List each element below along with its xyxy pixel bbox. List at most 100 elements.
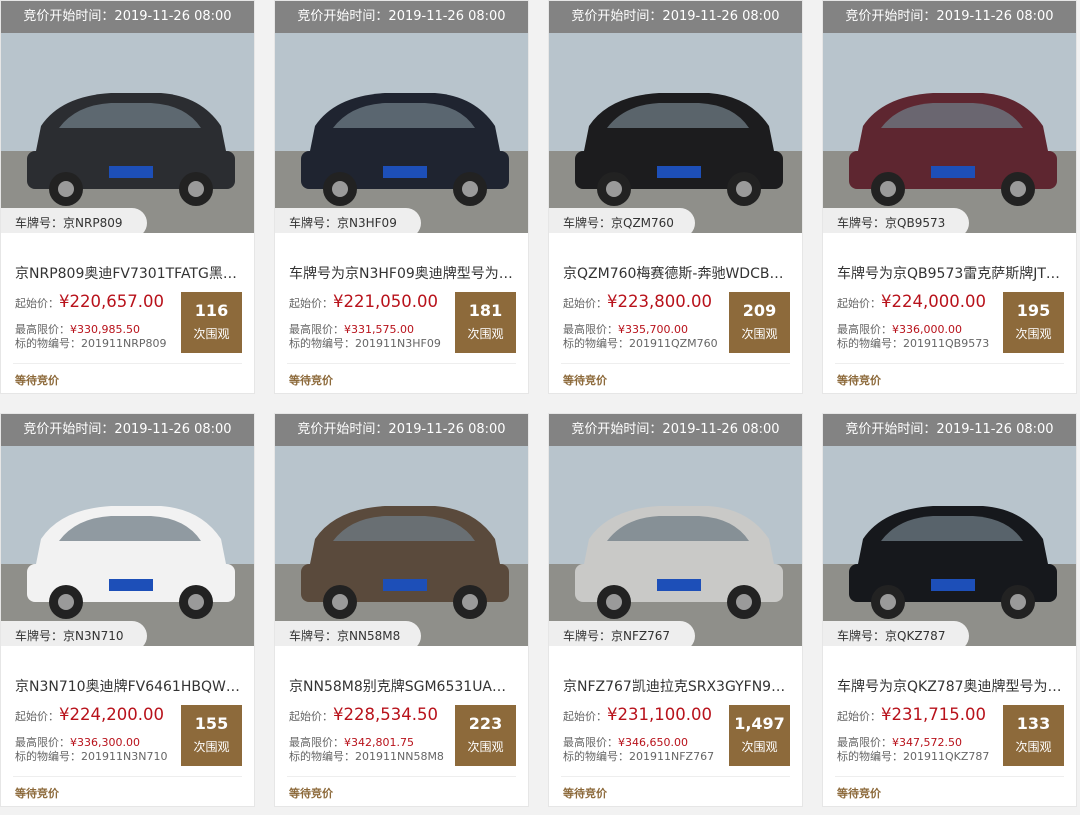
auction-card[interactable]: 竞价开始时间：2019-11-26 08:00 车牌号：京N3N710 京N3N… — [0, 413, 255, 807]
start-price: ¥224,200.00 — [59, 705, 164, 724]
auction-status: 等待竞价 — [289, 374, 333, 387]
divider — [287, 363, 516, 364]
start-price: ¥221,050.00 — [333, 292, 438, 311]
divider — [835, 363, 1064, 364]
plate-number: 车牌号：京N3N710 — [1, 621, 147, 651]
views-count: 223 — [468, 714, 503, 733]
start-price-row: 起始价：¥224,200.00 — [15, 705, 164, 724]
car-photo[interactable] — [1, 1, 254, 233]
car-photo[interactable] — [1, 414, 254, 646]
target-id-row: 标的物编号：201911QZM760 — [563, 337, 718, 350]
start-price: ¥223,800.00 — [607, 292, 712, 311]
car-photo[interactable] — [823, 414, 1076, 646]
bid-start-time: 竞价开始时间：2019-11-26 08:00 — [823, 414, 1076, 446]
plate-number: 车牌号：京NRP809 — [1, 208, 147, 238]
start-price-row: 起始价：¥223,800.00 — [563, 292, 712, 311]
views-badge: 195 次围观 — [1003, 292, 1064, 353]
auction-status: 等待竞价 — [289, 787, 333, 800]
auction-status: 等待竞价 — [15, 787, 59, 800]
bid-start-time: 竞价开始时间：2019-11-26 08:00 — [549, 1, 802, 33]
views-unit: 次围观 — [193, 740, 230, 754]
divider — [287, 776, 516, 777]
car-title[interactable]: 京NRP809奥迪FV7301TFATG黑… — [15, 263, 245, 283]
start-price-row: 起始价：¥221,050.00 — [289, 292, 438, 311]
plate-number: 车牌号：京QZM760 — [549, 208, 695, 238]
car-photo[interactable] — [275, 414, 528, 646]
auction-card[interactable]: 竞价开始时间：2019-11-26 08:00 车牌号：京QB9573 车牌号为… — [822, 0, 1077, 394]
car-title[interactable]: 车牌号为京QKZ787奥迪牌型号为… — [837, 676, 1067, 696]
auction-card[interactable]: 竞价开始时间：2019-11-26 08:00 车牌号：京QZM760 京QZM… — [548, 0, 803, 394]
start-price-row: 起始价：¥231,715.00 — [837, 705, 986, 724]
auction-status: 等待竞价 — [563, 787, 607, 800]
views-unit: 次围观 — [467, 327, 504, 341]
start-price-row: 起始价：¥220,657.00 — [15, 292, 164, 311]
car-title[interactable]: 京NN58M8别克牌SGM6531UA… — [289, 676, 519, 696]
auction-card[interactable]: 竞价开始时间：2019-11-26 08:00 车牌号：京NRP809 京NRP… — [0, 0, 255, 394]
views-count: 116 — [194, 301, 229, 320]
auction-status: 等待竞价 — [15, 374, 59, 387]
bid-start-time: 竞价开始时间：2019-11-26 08:00 — [275, 1, 528, 33]
views-unit: 次围观 — [1015, 327, 1052, 341]
bid-start-time: 竞价开始时间：2019-11-26 08:00 — [823, 1, 1076, 33]
bid-start-time: 竞价开始时间：2019-11-26 08:00 — [1, 1, 254, 33]
plate-number: 车牌号：京N3HF09 — [275, 208, 421, 238]
car-photo[interactable] — [549, 414, 802, 646]
start-price-row: 起始价：¥228,534.50 — [289, 705, 438, 724]
car-photo[interactable] — [823, 1, 1076, 233]
views-unit: 次围观 — [741, 327, 778, 341]
target-id-row: 标的物编号：201911NN58M8 — [289, 750, 444, 763]
views-badge: 155 次围观 — [181, 705, 242, 766]
start-price: ¥228,534.50 — [333, 705, 438, 724]
divider — [835, 776, 1064, 777]
start-price: ¥231,100.00 — [607, 705, 712, 724]
car-title[interactable]: 京NFZ767凯迪拉克SRX3GYFN9… — [563, 676, 793, 696]
car-title[interactable]: 京N3N710奥迪牌FV6461HBQW… — [15, 676, 245, 696]
auction-card[interactable]: 竞价开始时间：2019-11-26 08:00 车牌号：京N3HF09 车牌号为… — [274, 0, 529, 394]
car-title[interactable]: 车牌号为京QB9573雷克萨斯牌JT… — [837, 263, 1067, 283]
plate-number: 车牌号：京QB9573 — [823, 208, 969, 238]
bid-start-time: 竞价开始时间：2019-11-26 08:00 — [1, 414, 254, 446]
target-id-row: 标的物编号：201911N3N710 — [15, 750, 168, 763]
auction-card[interactable]: 竞价开始时间：2019-11-26 08:00 车牌号：京NFZ767 京NFZ… — [548, 413, 803, 807]
views-badge: 116 次围观 — [181, 292, 242, 353]
views-count: 195 — [1016, 301, 1051, 320]
auction-card[interactable]: 竞价开始时间：2019-11-26 08:00 车牌号：京QKZ787 车牌号为… — [822, 413, 1077, 807]
views-count: 155 — [194, 714, 229, 733]
views-badge: 223 次围观 — [455, 705, 516, 766]
plate-number: 车牌号：京NN58M8 — [275, 621, 421, 651]
start-price-row: 起始价：¥231,100.00 — [563, 705, 712, 724]
divider — [561, 776, 790, 777]
car-title[interactable]: 京QZM760梅赛德斯-奔驰WDCB… — [563, 263, 793, 283]
start-price-row: 起始价：¥224,000.00 — [837, 292, 986, 311]
start-price: ¥220,657.00 — [59, 292, 164, 311]
bid-start-time: 竞价开始时间：2019-11-26 08:00 — [275, 414, 528, 446]
target-id-row: 标的物编号：201911NRP809 — [15, 337, 167, 350]
target-id-row: 标的物编号：201911N3HF09 — [289, 337, 441, 350]
views-badge: 133 次围观 — [1003, 705, 1064, 766]
views-count: 1,497 — [734, 714, 785, 733]
auction-status: 等待竞价 — [837, 374, 881, 387]
start-price: ¥224,000.00 — [881, 292, 986, 311]
views-count: 209 — [742, 301, 777, 320]
views-unit: 次围观 — [741, 740, 778, 754]
views-badge: 209 次围观 — [729, 292, 790, 353]
plate-number: 车牌号：京NFZ767 — [549, 621, 695, 651]
auction-card[interactable]: 竞价开始时间：2019-11-26 08:00 车牌号：京NN58M8 京NN5… — [274, 413, 529, 807]
target-id-row: 标的物编号：201911NFZ767 — [563, 750, 715, 763]
divider — [561, 363, 790, 364]
views-count: 133 — [1016, 714, 1051, 733]
views-unit: 次围观 — [467, 740, 504, 754]
plate-number: 车牌号：京QKZ787 — [823, 621, 969, 651]
auction-status: 等待竞价 — [837, 787, 881, 800]
views-unit: 次围观 — [193, 327, 230, 341]
car-photo[interactable] — [275, 1, 528, 233]
bid-start-time: 竞价开始时间：2019-11-26 08:00 — [549, 414, 802, 446]
start-price: ¥231,715.00 — [881, 705, 986, 724]
car-title[interactable]: 车牌号为京N3HF09奥迪牌型号为… — [289, 263, 519, 283]
views-badge: 1,497 次围观 — [729, 705, 790, 766]
car-photo[interactable] — [549, 1, 802, 233]
divider — [13, 776, 242, 777]
auction-status: 等待竞价 — [563, 374, 607, 387]
views-badge: 181 次围观 — [455, 292, 516, 353]
divider — [13, 363, 242, 364]
